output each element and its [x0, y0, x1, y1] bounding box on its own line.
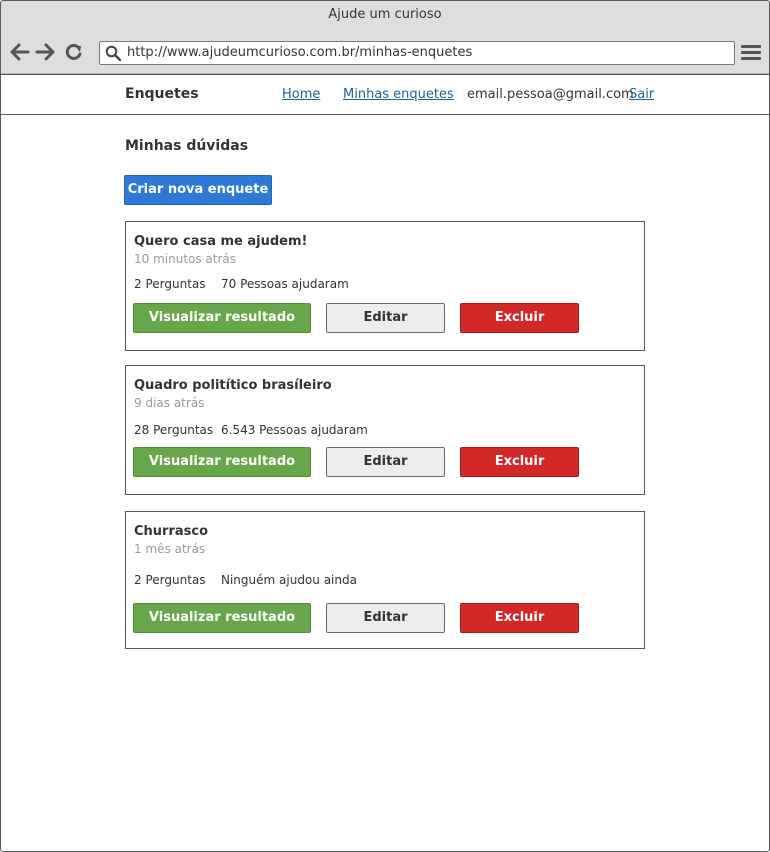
- app-header: Enquetes Home Minhas enquetes email.pess…: [1, 74, 769, 115]
- search-icon: [105, 45, 122, 65]
- back-arrow-icon[interactable]: [10, 43, 30, 61]
- window-title: Ajude um curioso: [1, 1, 769, 31]
- view-results-button[interactable]: Visualizar resultado: [133, 303, 311, 333]
- logout-link[interactable]: Sair: [629, 87, 654, 102]
- user-email: email.pessoa@gmail.com: [467, 87, 634, 102]
- poll-time: 9 dias atrás: [134, 396, 205, 410]
- poll-questions-count: 2 Perguntas: [134, 573, 206, 587]
- delete-button[interactable]: Excluir: [460, 603, 579, 633]
- forward-arrow-icon[interactable]: [35, 43, 55, 61]
- poll-title: Quero casa me ajudem!: [134, 234, 308, 249]
- poll-time: 10 minutos atrás: [134, 252, 237, 266]
- poll-questions-count: 2 Perguntas: [134, 277, 206, 291]
- nav-link-home[interactable]: Home: [282, 87, 320, 102]
- poll-card: Quadro politítico brasíleiro 9 dias atrá…: [125, 365, 645, 495]
- edit-button[interactable]: Editar: [326, 303, 445, 333]
- poll-people-count: 6.543 Pessoas ajudaram: [221, 423, 368, 437]
- url-text[interactable]: http://www.ajudeumcurioso.com.br/minhas-…: [127, 42, 472, 64]
- poll-time: 1 mês atrás: [134, 542, 206, 556]
- poll-questions-count: 28 Perguntas: [134, 423, 214, 437]
- delete-button[interactable]: Excluir: [460, 447, 579, 477]
- reload-icon[interactable]: [64, 43, 84, 61]
- address-bar[interactable]: http://www.ajudeumcurioso.com.br/minhas-…: [99, 41, 735, 65]
- poll-title: Churrasco: [134, 524, 209, 539]
- poll-people-count: 70 Pessoas ajudaram: [221, 277, 349, 291]
- nav-link-my-polls[interactable]: Minhas enquetes: [343, 87, 454, 102]
- browser-toolbar: http://www.ajudeumcurioso.com.br/minhas-…: [1, 31, 769, 74]
- create-poll-button[interactable]: Criar nova enquete: [124, 175, 272, 205]
- edit-button[interactable]: Editar: [326, 603, 445, 633]
- view-results-button[interactable]: Visualizar resultado: [133, 447, 311, 477]
- poll-title: Quadro politítico brasíleiro: [134, 378, 332, 393]
- poll-card: Quero casa me ajudem! 10 minutos atrás 2…: [125, 221, 645, 351]
- page-title: Minhas dúvidas: [125, 138, 249, 154]
- hamburger-menu-icon[interactable]: [741, 45, 761, 61]
- browser-window: Ajude um curioso http://www.ajudeumcurio…: [0, 0, 770, 852]
- poll-card: Churrasco 1 mês atrás 2 Perguntas Ningué…: [125, 511, 645, 649]
- edit-button[interactable]: Editar: [326, 447, 445, 477]
- view-results-button[interactable]: Visualizar resultado: [133, 603, 311, 633]
- poll-people-count: Ninguém ajudou ainda: [221, 573, 357, 587]
- delete-button[interactable]: Excluir: [460, 303, 579, 333]
- brand-title: Enquetes: [125, 86, 199, 102]
